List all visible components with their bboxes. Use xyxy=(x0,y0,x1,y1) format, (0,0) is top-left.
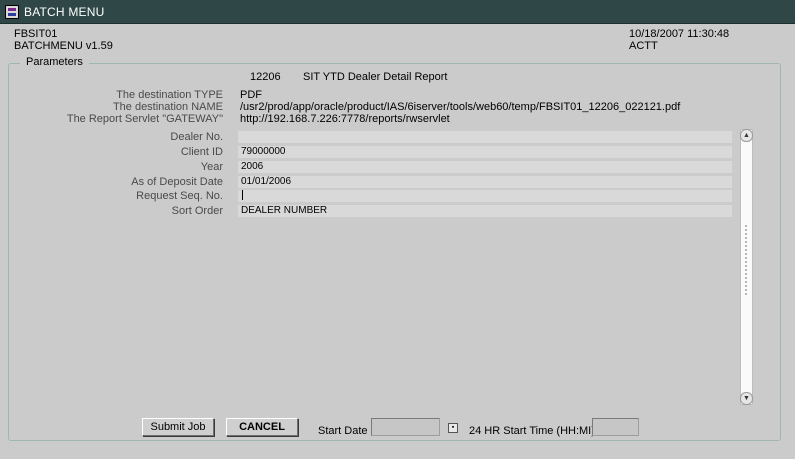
destination-type-label: The destination TYPE xyxy=(116,89,223,101)
client-id-label: Client ID xyxy=(180,146,223,158)
start-time-label: 24 HR Start Time (HH:MI) xyxy=(469,425,595,437)
destination-type-value: PDF xyxy=(240,89,262,101)
deposit-date-label: As of Deposit Date xyxy=(131,176,223,188)
start-date-input[interactable] xyxy=(371,418,440,436)
header-user: ACTT xyxy=(629,40,658,52)
servlet-label: The Report Servlet "GATEWAY" xyxy=(66,113,223,125)
scroll-down-icon[interactable]: ▼ xyxy=(740,392,753,405)
date-picker-icon[interactable]: ▪ xyxy=(448,423,458,433)
dealer-no-label: Dealer No. xyxy=(170,131,223,143)
scroll-up-icon[interactable]: ▲ xyxy=(740,129,753,142)
start-time-input[interactable] xyxy=(592,418,639,436)
servlet-value: http://192.168.7.226:7778/reports/rwserv… xyxy=(240,113,450,125)
vertical-scrollbar[interactable]: ▲ ▼ xyxy=(740,129,753,405)
request-seq-field[interactable] xyxy=(238,190,732,202)
text-caret xyxy=(242,190,243,201)
window-title: BATCH MENU xyxy=(24,5,105,19)
dealer-no-field[interactable] xyxy=(238,131,732,143)
client-id-field[interactable]: 79000000 xyxy=(238,146,732,158)
destination-name-value: /usr2/prod/app/oracle/product/IAS/6iserv… xyxy=(240,101,681,113)
report-name: SIT YTD Dealer Detail Report xyxy=(303,71,448,83)
app-form-icon xyxy=(5,5,19,19)
window-titlebar[interactable]: BATCH MENU xyxy=(0,0,795,24)
request-seq-label: Request Seq. No. xyxy=(136,190,223,202)
header-datetime: 10/18/2007 11:30:48 xyxy=(629,28,730,40)
year-label: Year xyxy=(200,161,223,173)
form-id: FBSIT01 xyxy=(14,28,58,40)
sort-order-label: Sort Order xyxy=(171,205,223,217)
year-field[interactable]: 2006 xyxy=(238,161,732,173)
destination-name-label: The destination NAME xyxy=(112,101,223,113)
parameters-legend: Parameters xyxy=(20,56,89,68)
submit-job-button[interactable]: Submit Job xyxy=(142,418,214,436)
form-version: BATCHMENU v1.59 xyxy=(14,40,113,52)
sort-order-field[interactable]: DEALER NUMBER xyxy=(238,205,732,217)
report-number: 12206 xyxy=(250,71,281,83)
cancel-button[interactable]: CANCEL xyxy=(226,418,298,436)
start-date-label: Start Date xyxy=(318,425,368,437)
scroll-thumb-grip[interactable] xyxy=(744,224,749,296)
deposit-date-field[interactable]: 01/01/2006 xyxy=(238,176,732,188)
